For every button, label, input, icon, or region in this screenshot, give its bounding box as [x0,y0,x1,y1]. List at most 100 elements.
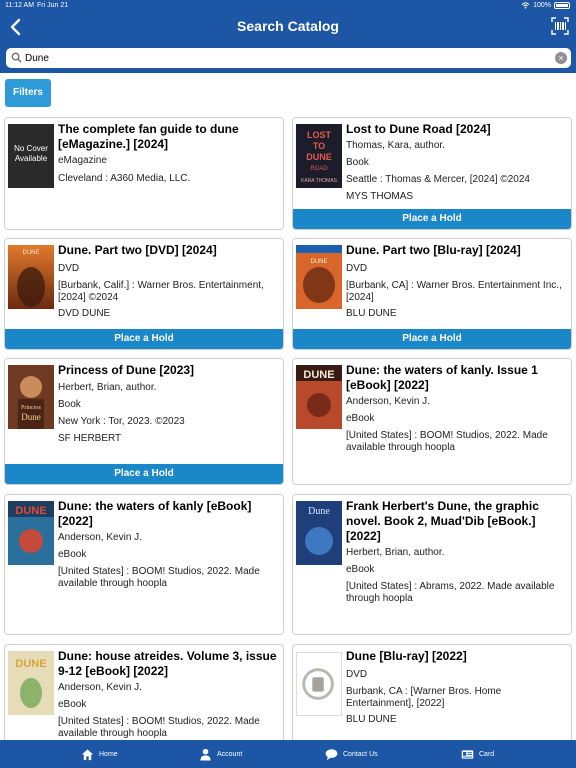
result-publisher: New York : Tor, 2023. ©2023 [58,416,185,427]
result-publisher: [Burbank, Calif.] : Warner Bros. Enterta… [58,280,264,303]
result-title[interactable]: Dune: the waters of kanly [eBook] [2022] [58,499,277,529]
result-info: Princess of Dune [2023] Herbert, Brian, … [58,359,277,445]
chat-bubble-icon [325,748,338,760]
result-format: eBook [58,549,87,560]
result-card[interactable]: DUNE Dune. Part two [Blu-ray] [2024] DVD… [292,238,572,350]
result-format: eBook [346,413,375,424]
svg-text:DUNE: DUNE [310,259,327,265]
result-card[interactable]: DUNE Dune. Part two [DVD] [2024] DVD [Bu… [4,238,284,350]
search-icon [11,52,22,63]
svg-text:ROAD: ROAD [310,166,328,172]
book-cover-image: LOST TO DUNE ROAD KARA THOMAS [296,124,342,188]
tab-account[interactable]: Account [199,740,242,768]
comic-cover-image: DUNE [8,651,54,715]
svg-text:Dune: Dune [21,412,41,422]
result-card[interactable]: No Cover Available The complete fan guid… [4,117,284,230]
result-publisher: Seattle : Thomas & Mercer, [2024] ©2024 [346,174,530,185]
result-format: DVD [346,263,368,274]
result-title[interactable]: Dune [Blu-ray] [2022] [346,649,565,664]
result-card[interactable]: Dune [Blu-ray] [2022] DVD Burbank, CA : … [292,644,572,744]
book-cover-image: Princess Dune [8,365,54,429]
result-call-number: BLU DUNE [346,308,397,319]
result-card[interactable]: DUNE Dune: house atreides. Volume 3, iss… [4,644,284,744]
result-format: DVD [58,263,80,274]
result-title[interactable]: Dune: house atreides. Volume 3, issue 9-… [58,649,277,679]
barcode-scan-icon[interactable] [551,17,569,35]
tab-contact-us[interactable]: Contact Us [325,740,378,768]
place-hold-button[interactable]: Place a Hold [5,464,283,484]
result-info: Dune [Blu-ray] [2022] DVD Burbank, CA : … [346,645,565,726]
svg-text:TO: TO [313,141,325,151]
place-hold-button[interactable]: Place a Hold [293,329,571,349]
graphic-novel-cover-image: Dune [296,501,342,565]
result-title[interactable]: Dune. Part two [DVD] [2024] [58,243,277,258]
result-title[interactable]: Lost to Dune Road [2024] [346,122,565,137]
svg-text:DUNE: DUNE [22,250,39,256]
tab-home-label: Home [99,750,118,758]
svg-text:DUNE: DUNE [306,152,332,162]
search-bar[interactable]: × [6,48,571,68]
search-input[interactable] [25,49,545,67]
result-publisher: [Burbank, CA] : Warner Bros. Entertainme… [346,280,562,303]
tab-card[interactable]: Card [461,740,494,768]
result-format: Book [58,399,81,410]
svg-text:DUNE: DUNE [15,658,46,670]
result-call-number: DVD DUNE [58,308,111,319]
result-card[interactable]: DUNE Dune: the waters of kanly. Issue 1 … [292,358,572,485]
result-title[interactable]: Princess of Dune [2023] [58,363,277,378]
result-card[interactable]: Princess Dune Princess of Dune [2023] Her… [4,358,284,485]
result-publisher: [United States] : BOOM! Studios, 2022. M… [58,716,260,739]
place-hold-button[interactable]: Place a Hold [5,329,283,349]
comic-cover-image: DUNE [8,501,54,565]
status-time: 11:12 AM [5,2,35,9]
result-format: eBook [58,699,87,710]
result-publisher: [United States] : BOOM! Studios, 2022. M… [346,430,548,453]
result-info: Dune: the waters of kanly [eBook] [2022]… [58,495,277,590]
tab-home[interactable]: Home [81,740,118,768]
page-title: Search Catalog [237,18,339,34]
result-publisher: Cleveland : A360 Media, LLC. [58,173,191,184]
place-hold-button[interactable]: Place a Hold [293,209,571,229]
result-publisher: Burbank, CA : [Warner Bros. Home Enterta… [346,686,502,709]
bluray-cover-image: DUNE [296,245,342,309]
result-call-number: BLU DUNE [346,714,397,725]
clear-search-icon[interactable]: × [555,52,567,64]
result-call-number: SF HERBERT [58,433,122,444]
result-title[interactable]: Frank Herbert's Dune, the graphic novel.… [346,499,565,544]
svg-text:Dune: Dune [308,506,330,517]
result-publisher: [United States] : BOOM! Studios, 2022. M… [58,566,260,589]
result-card[interactable]: LOST TO DUNE ROAD KARA THOMAS Lost to Dune R… [292,117,572,230]
result-info: Dune. Part two [Blu-ray] [2024] DVD [Bur… [346,239,565,320]
result-author: Herbert, Brian, author. [58,382,157,393]
filters-button[interactable]: Filters [5,79,51,107]
library-card-icon [461,749,474,759]
tab-account-label: Account [217,750,243,758]
result-card[interactable]: Dune Frank Herbert's Dune, the graphic n… [292,494,572,635]
wifi-icon [521,2,530,9]
result-info: Dune: the waters of kanly. Issue 1 [eBoo… [346,359,565,454]
result-author: Anderson, Kevin J. [58,682,142,693]
result-info: The complete fan guide to dune [eMagazin… [58,118,277,185]
result-title[interactable]: The complete fan guide to dune [eMagazin… [58,122,277,152]
status-date: Fri Jun 21 [37,2,69,9]
comic-cover-image: DUNE [296,365,342,429]
result-title[interactable]: Dune. Part two [Blu-ray] [2024] [346,243,565,258]
tab-card-label: Card [479,750,495,758]
result-format: DVD [346,669,368,680]
result-author: Anderson, Kevin J. [346,396,430,407]
result-format: eMagazine [58,155,107,166]
result-info: Lost to Dune Road [2024] Thomas, Kara, a… [346,118,565,203]
svg-text:KARA THOMAS: KARA THOMAS [301,178,338,184]
app-header: 11:12 AM Fri Jun 21 100% Search Catalog … [0,0,576,73]
result-format: eBook [346,564,375,575]
result-card[interactable]: DUNE Dune: the waters of kanly [eBook] [… [4,494,284,635]
home-icon [81,748,94,760]
disc-placeholder-image [296,652,342,716]
result-title[interactable]: Dune: the waters of kanly. Issue 1 [eBoo… [346,363,565,393]
svg-text:Princess: Princess [21,405,42,411]
result-info: Dune. Part two [DVD] [2024] DVD [Burbank… [58,239,277,320]
result-info: Dune: house atreides. Volume 3, issue 9-… [58,645,277,740]
status-bar: 11:12 AM Fri Jun 21 100% [0,0,576,12]
result-format: Book [346,157,369,168]
svg-text:DUNE: DUNE [303,369,334,381]
